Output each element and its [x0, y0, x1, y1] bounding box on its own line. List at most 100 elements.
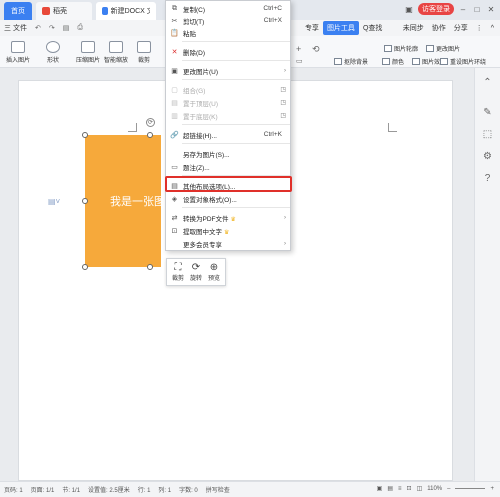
web-view-icon[interactable]: ⊡ — [407, 485, 412, 492]
menu-separator — [182, 41, 290, 42]
crown-icon: ♛ — [230, 216, 236, 223]
zoom-level[interactable]: 110% — [427, 486, 442, 492]
menu-item-format-object[interactable]: ◈ 设置对象格式(O)... — [166, 192, 290, 205]
image-quick-toolbar: ⛶ 裁剪 ⟳ 旋转 ⊕ 预览 — [166, 258, 226, 286]
width-icon[interactable]: ▭ — [296, 57, 303, 65]
undo-icon[interactable]: ↶ — [31, 21, 45, 35]
wrap-label: 环绕 — [474, 60, 487, 66]
color-label: 颜色 — [392, 60, 405, 66]
collab-button[interactable]: 协作 — [432, 23, 446, 33]
menu-item-save-as-picture[interactable]: 另存为图片(S)... — [166, 147, 290, 160]
shape-tool-icon[interactable]: ⬚ — [482, 128, 494, 140]
reset-picture-label: 重设图片 — [450, 60, 475, 66]
remove-background-button[interactable]: 抠除背景 — [334, 57, 368, 66]
menu-item-bring-to-front: ▤ 置于顶层(U) ◳ — [166, 96, 290, 109]
zoom-slider[interactable] — [455, 488, 486, 489]
sync-status[interactable]: 未同步 — [403, 23, 424, 33]
status-spellcheck[interactable]: 拼写检查 — [206, 485, 230, 494]
close-icon[interactable]: ✕ — [486, 4, 496, 14]
compress-picture-button[interactable]: 压缩图片 — [76, 41, 100, 64]
resize-handle[interactable] — [147, 264, 153, 270]
maximize-icon[interactable]: □ — [472, 4, 482, 14]
reset-picture-icon — [440, 58, 448, 65]
menu-item-more-vip[interactable]: 更多会员专享 › — [166, 237, 290, 250]
tab-home[interactable]: 首页 — [4, 2, 32, 20]
plus-icon[interactable]: + — [296, 44, 301, 54]
submenu-arrow-icon: › — [284, 214, 286, 221]
format-object-icon: ◈ — [171, 195, 178, 203]
reset-picture-button[interactable]: 重设图片 — [440, 57, 474, 66]
edit-icon[interactable]: ✎ — [482, 106, 494, 118]
layout-icon[interactable]: ▣ — [404, 4, 414, 14]
extract-text-text: 提取图中文字 — [183, 228, 222, 236]
change-picture-button[interactable]: 更改图片 — [426, 44, 460, 53]
login-button[interactable]: 访客登录 — [418, 3, 454, 15]
outline-view-icon[interactable]: ≡ — [398, 486, 402, 492]
group-side-icon: ◳ — [280, 87, 286, 93]
tab-docer[interactable]: 稻壳 — [36, 2, 92, 20]
menu-item-caption[interactable]: ▭ 题注(Z)... — [166, 160, 290, 173]
menu-special[interactable]: 专享 — [301, 21, 323, 35]
convert-pdf-text: 转换为PDF文件 — [183, 215, 229, 223]
view-mode-icon[interactable]: ▣ — [377, 485, 383, 492]
docer-icon — [42, 7, 50, 15]
picture-outline-icon — [384, 45, 392, 52]
menu-item-label: 置于底层(K) — [183, 113, 218, 121]
help-icon[interactable]: ? — [482, 172, 494, 184]
menu-item-delete[interactable]: ✕ 删除(D) — [166, 45, 290, 58]
minimize-icon[interactable]: – — [458, 4, 468, 14]
menu-separator — [182, 207, 290, 208]
crop-ribbon-icon — [137, 41, 151, 53]
menu-picture-tools[interactable]: 图片工具 — [322, 21, 359, 35]
color-button[interactable]: 颜色 — [382, 57, 404, 66]
rotate-label: 旋转 — [189, 276, 202, 282]
menu-separator — [182, 143, 290, 144]
compress-icon — [81, 41, 95, 53]
menu-item-hyperlink[interactable]: 🔗 超链接(H)... Ctrl+K — [166, 128, 290, 141]
collapse-icon[interactable]: ^ — [491, 25, 494, 32]
share-button[interactable]: 分享 — [454, 23, 468, 33]
preview-button[interactable]: ⊕ 预览 — [208, 262, 220, 282]
print-icon[interactable]: ⎙ — [73, 21, 87, 35]
status-words[interactable]: 字数: 0 — [179, 485, 198, 494]
menu-item-label: 设置对象格式(O)... — [183, 196, 237, 204]
menu-item-change-picture[interactable]: ▣ 更改图片(U) › — [166, 64, 290, 77]
crop-ribbon-button[interactable]: 裁剪 — [137, 41, 151, 64]
picture-outline-button[interactable]: 图片轮廓 — [384, 44, 418, 53]
smart-scale-icon — [109, 41, 123, 53]
read-mode-icon[interactable]: ◫ — [417, 485, 423, 492]
reset-icon[interactable]: ⟲ — [312, 44, 320, 55]
status-bar: 页码: 1 页面: 1/1 节: 1/1 设置值: 2.5厘米 行: 1 列: … — [0, 481, 500, 497]
smart-scale-button[interactable]: 智能缩放 — [104, 41, 128, 64]
picture-effects-icon — [412, 58, 420, 65]
rotate-handle-icon[interactable]: ⟳ — [146, 118, 155, 127]
redo-icon[interactable]: ↷ — [45, 21, 59, 35]
tab-document[interactable]: 新建DOCX 文档.d — [96, 2, 156, 20]
menu-search[interactable]: Q查找 — [359, 21, 386, 35]
status-page: 页码: 1 — [4, 488, 23, 494]
collapse-panel-icon[interactable]: ⌃ — [482, 76, 494, 88]
menu-item-shortcut: Ctrl+X — [263, 17, 282, 24]
wrap-button[interactable]: 环绕 — [474, 57, 486, 66]
more-icon[interactable]: ⋮ — [476, 24, 483, 32]
shape-button[interactable]: 形状 — [46, 41, 60, 64]
resize-handle[interactable] — [147, 132, 153, 138]
resize-handle[interactable] — [82, 264, 88, 270]
menu-item-label: 剪切(T) — [183, 18, 205, 26]
crop-button[interactable]: ⛶ 裁剪 — [172, 262, 184, 282]
menu-item-convert-pdf[interactable]: ⇄ 转换为PDF文件 ♛ › — [166, 211, 290, 224]
settings-icon[interactable]: ⚙ — [482, 150, 494, 162]
menu-item-paste[interactable]: 📋 粘贴 — [166, 26, 290, 39]
page-view-icon[interactable]: ▤ — [387, 485, 393, 492]
resize-handle[interactable] — [82, 132, 88, 138]
menu-file[interactable]: 三 文件 — [0, 21, 31, 35]
insert-picture-button[interactable]: 插入图片 — [6, 41, 30, 64]
menu-item-shortcut: Ctrl+C — [263, 5, 282, 12]
rotate-button[interactable]: ⟳ 旋转 — [190, 262, 202, 282]
save-icon[interactable]: ▤ — [59, 21, 74, 35]
zoom-in-icon[interactable]: + — [490, 486, 494, 492]
menu-item-extract-text[interactable]: ⊡ 提取图中文字 ♛ — [166, 224, 290, 237]
rotate-icon: ⟳ — [191, 262, 201, 273]
resize-handle[interactable] — [82, 198, 88, 204]
zoom-out-icon[interactable]: – — [447, 486, 450, 492]
